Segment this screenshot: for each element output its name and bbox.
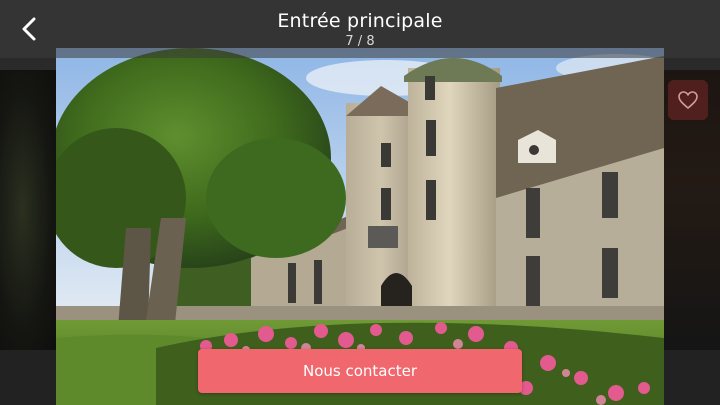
page-title: Entrée principale (277, 10, 443, 32)
chevron-left-icon (22, 17, 36, 41)
contact-button[interactable]: Nous contacter (198, 349, 522, 393)
gallery-screen: Entrée principale 7 / 8 Nous contacter (0, 0, 720, 405)
backdrop-left-panel (0, 70, 56, 350)
back-button[interactable] (12, 12, 46, 46)
heart-icon (668, 80, 708, 120)
photo-counter: 7 / 8 (345, 34, 375, 49)
